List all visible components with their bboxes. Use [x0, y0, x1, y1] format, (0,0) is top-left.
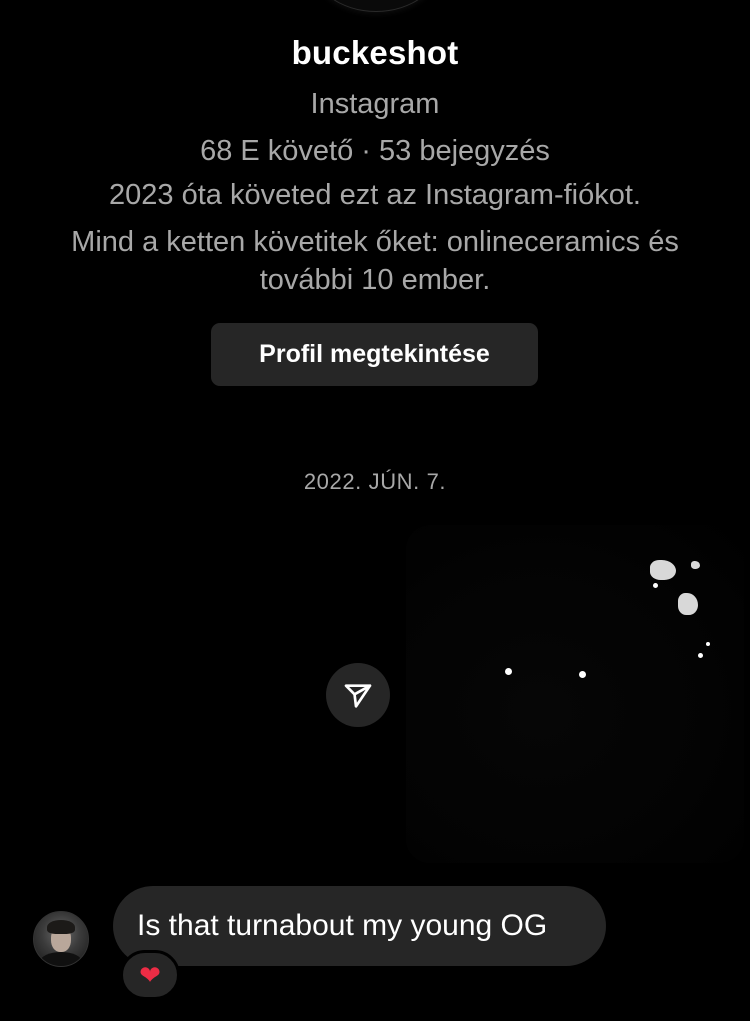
media-speck — [505, 668, 512, 675]
profile-username: buckeshot — [291, 34, 459, 71]
profile-source: Instagram — [310, 88, 440, 120]
mutual-followers-line-2: további 10 ember. — [259, 264, 491, 296]
share-button[interactable] — [326, 663, 390, 727]
avatar-hair — [47, 920, 75, 934]
reaction-badge[interactable]: ❤ — [120, 950, 180, 1000]
avatar-shoulders — [40, 952, 82, 966]
mutual-followers-line-1: Mind a ketten követitek őket: onlinecera… — [71, 226, 679, 258]
media-speck — [579, 671, 586, 678]
mutual-followers-text: Mind a ketten követitek őket: onlinecera… — [0, 223, 750, 299]
media-highlight — [678, 593, 698, 615]
paper-plane-icon — [344, 684, 372, 708]
shared-media-card[interactable] — [406, 525, 744, 863]
message-text: Is that turnabout my young OG — [137, 909, 548, 942]
heart-icon: ❤ — [139, 959, 161, 990]
media-highlight — [650, 560, 676, 580]
media-speck — [706, 642, 710, 646]
media-speck — [698, 653, 703, 658]
view-profile-button[interactable]: Profil megtekintése — [211, 323, 538, 386]
profile-stats: 68 E követő · 53 bejegyzés — [200, 135, 550, 167]
media-highlight — [691, 561, 700, 569]
message-bubble[interactable]: Is that turnabout my young OG — [113, 886, 606, 966]
date-divider: 2022. JÚN. 7. — [303, 469, 447, 494]
media-speck — [653, 583, 658, 588]
profile-avatar[interactable] — [310, 0, 442, 12]
sender-avatar[interactable] — [33, 911, 89, 967]
follow-since-text: 2023 óta követed ezt az Instagram-fiókot… — [109, 179, 641, 211]
